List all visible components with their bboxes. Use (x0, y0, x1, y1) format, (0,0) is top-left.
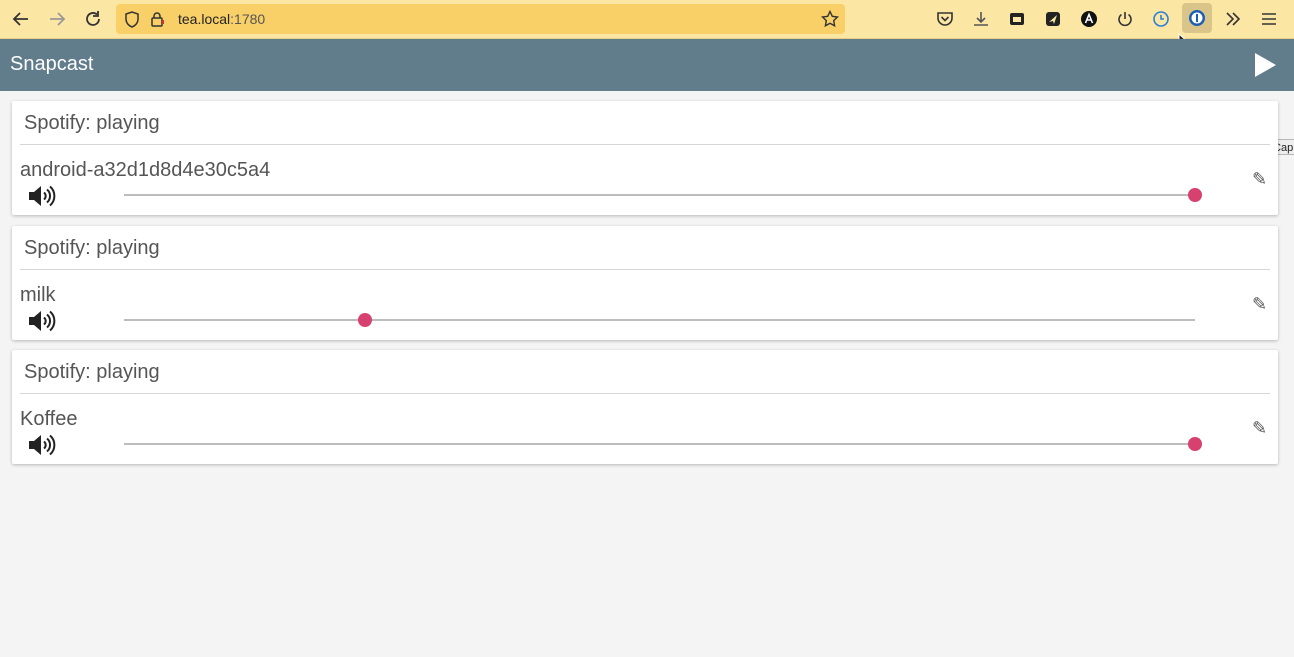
speaker-volume-icon[interactable] (28, 434, 56, 456)
group-status: Spotify: playing (24, 112, 160, 134)
volume-slider[interactable] (124, 437, 1202, 451)
group-status: Spotify: playing (24, 361, 160, 383)
edit-client-button[interactable]: ✎ (1252, 418, 1272, 438)
speaker-volume-icon[interactable] (28, 310, 56, 332)
hamburger-menu-icon[interactable] (1257, 7, 1281, 31)
extension-panel-icon[interactable] (1005, 7, 1029, 31)
app-header: Snapcast (0, 39, 1294, 91)
reload-icon (86, 11, 100, 26)
bookmark-star-icon[interactable] (821, 10, 839, 28)
edit-client-button[interactable]: ✎ (1252, 169, 1272, 189)
divider (20, 393, 1270, 394)
pencil-icon: ✎ (1252, 294, 1268, 314)
extension-a-icon[interactable] (1077, 7, 1101, 31)
forward-button[interactable] (45, 7, 69, 31)
volume-slider-thumb[interactable] (1188, 437, 1202, 451)
play-icon[interactable] (1252, 51, 1278, 79)
group-card: Spotify: playing android-a32d1d8d4e30c5a… (12, 101, 1278, 215)
url-text: tea.local:1780 (178, 11, 265, 27)
download-icon[interactable] (969, 7, 993, 31)
browser-toolbar: tea.local:1780 (0, 0, 1294, 53)
client-name: android-a32d1d8d4e30c5a4 (20, 159, 271, 181)
pocket-icon[interactable] (933, 7, 957, 31)
url-bar[interactable]: tea.local:1780 (116, 4, 845, 34)
clock-icon[interactable] (1149, 7, 1173, 31)
url-port: :1780 (230, 11, 266, 27)
pencil-icon: ✎ (1252, 169, 1268, 189)
group-status: Spotify: playing (24, 237, 160, 259)
url-host: tea.local (178, 11, 231, 27)
client-name: milk (20, 284, 56, 306)
divider (20, 269, 1270, 270)
app-title: Snapcast (10, 53, 94, 75)
group-card: Spotify: playing milk ✎ (12, 226, 1278, 340)
extension-send-icon[interactable] (1041, 7, 1065, 31)
volume-slider[interactable] (124, 313, 1195, 327)
back-button[interactable] (9, 7, 33, 31)
volume-slider[interactable] (124, 188, 1202, 202)
arrow-left-icon (12, 12, 28, 26)
power-icon[interactable] (1113, 7, 1137, 31)
shield-icon (125, 11, 139, 28)
divider (20, 144, 1270, 145)
speaker-volume-icon[interactable] (28, 185, 56, 207)
volume-slider-thumb[interactable] (1188, 188, 1202, 202)
overflow-chevrons-icon[interactable] (1221, 7, 1245, 31)
volume-slider-thumb[interactable] (357, 313, 372, 327)
arrow-right-icon (50, 12, 66, 26)
reload-button[interactable] (81, 7, 105, 31)
pencil-icon: ✎ (1252, 418, 1268, 438)
lock-warning-icon (151, 12, 164, 27)
password-manager-icon[interactable] (1182, 3, 1212, 33)
group-card: Spotify: playing Koffee ✎ (12, 350, 1278, 464)
edit-client-button[interactable]: ✎ (1252, 294, 1272, 314)
client-name: Koffee (20, 408, 78, 430)
